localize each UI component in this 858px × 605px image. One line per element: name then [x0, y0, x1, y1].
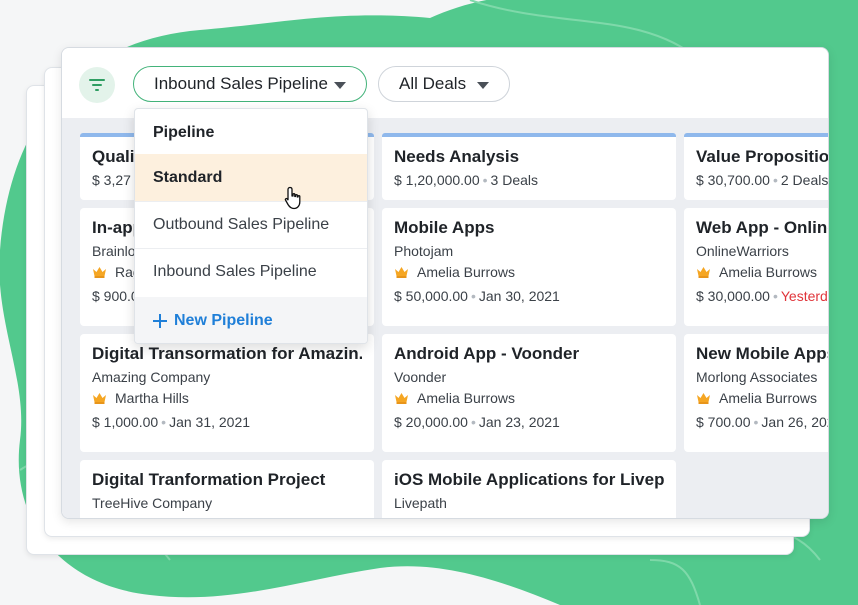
deal-amount: $ 700.00	[696, 414, 751, 430]
crown-icon	[394, 266, 409, 278]
stage-title: Value Proposition	[696, 147, 829, 166]
stage-summary: $ 1,20,000.00 • 3 Deals	[394, 172, 664, 188]
deal-amount: $ 1,000.00	[92, 414, 159, 430]
deal-title: iOS Mobile Applications for Livep...	[394, 470, 664, 489]
separator-dot: •	[772, 288, 778, 304]
pipeline-select[interactable]: Inbound Sales Pipeline	[133, 66, 367, 102]
deal-date: Jan 23, 2021	[478, 414, 560, 430]
dropdown-header: Pipeline	[153, 123, 215, 141]
deal-title: New Mobile Apps	[696, 344, 829, 363]
stage-column: Value Proposition $ 30,700.00 • 2 Deals We…	[684, 133, 829, 518]
deal-card[interactable]: iOS Mobile Applications for Livep... Liv…	[382, 460, 676, 518]
deal-company: Livepath	[394, 495, 447, 511]
crown-icon	[92, 392, 107, 404]
chevron-down-icon	[334, 82, 346, 89]
deal-card[interactable]: Digital Transormation for Amazin... Amaz…	[80, 334, 374, 452]
stage-header[interactable]: Value Proposition $ 30,700.00 • 2 Deals	[684, 137, 829, 200]
deal-owner: Amelia Burrows	[696, 264, 828, 280]
separator-dot: •	[482, 172, 488, 188]
deal-owner-name: Amelia Burrows	[417, 390, 516, 406]
deal-date-overdue: Yesterday	[780, 288, 828, 304]
stage-summary: $ 30,700.00 • 2 Deals	[696, 172, 829, 188]
deal-meta: $ 50,000.00 • Jan 30, 2021	[394, 288, 664, 304]
separator-dot: •	[753, 414, 759, 430]
new-pipeline-label: New Pipeline	[174, 312, 273, 329]
deal-title: Digital Transormation for Amazin...	[92, 344, 362, 363]
deal-meta: $ 1,000.00 • Jan 31, 2021	[92, 414, 362, 430]
deal-owner: Martha Hills	[92, 390, 362, 406]
stage-amount: $ 3,27	[92, 172, 131, 188]
pipeline-option-outbound[interactable]: Outbound Sales Pipeline	[135, 201, 367, 248]
deal-owner: Amelia Burrows	[394, 390, 664, 406]
deal-company: Morlong Associates	[696, 369, 818, 385]
deal-title: Mobile Apps	[394, 218, 495, 237]
filter-icon	[89, 79, 105, 91]
deal-company: Amazing Company	[92, 369, 211, 385]
separator-dot: •	[470, 414, 476, 430]
deal-date: Jan 26, 2021	[761, 414, 828, 430]
deal-amount: $ 30,000.00	[696, 288, 770, 304]
stage-count: 2 Deals	[780, 172, 829, 188]
filter-button[interactable]	[79, 67, 115, 103]
deals-filter-select[interactable]: All Deals	[378, 66, 510, 102]
stage-header[interactable]: Needs Analysis $ 1,20,000.00 • 3 Deals	[382, 137, 676, 200]
pipeline-option-standard[interactable]: Standard	[135, 154, 367, 201]
crown-icon	[696, 392, 711, 404]
deal-card[interactable]: New Mobile Apps Morlong Associates Ameli…	[684, 334, 829, 452]
deal-card[interactable]: Mobile Apps Photojam Amelia Burrows $ 50…	[382, 208, 676, 326]
pipeline-select-value: Inbound Sales Pipeline	[154, 74, 328, 93]
stage-amount: $ 1,20,000.00	[394, 172, 480, 188]
deal-owner: Amelia Burrows	[394, 264, 664, 280]
stage-count: 3 Deals	[490, 172, 539, 188]
deal-date: Jan 30, 2021	[478, 288, 560, 304]
crown-icon	[92, 266, 107, 278]
deal-company: OnlineWarriors	[696, 243, 789, 259]
chevron-down-icon	[477, 82, 489, 89]
deal-company: Photojam	[394, 243, 454, 259]
deal-date: Jan 31, 2021	[169, 414, 251, 430]
deal-amount: $ 900.0	[92, 288, 139, 304]
deal-owner: Amelia Burrows	[696, 390, 828, 406]
deal-title: Digital Tranformation Project	[92, 470, 326, 489]
hand-pointer-icon	[284, 186, 301, 210]
deal-company: TreeHive Company	[92, 495, 213, 511]
stage-amount: $ 30,700.00	[696, 172, 770, 188]
separator-dot: •	[470, 288, 476, 304]
deal-amount: $ 50,000.00	[394, 288, 468, 304]
deal-card[interactable]: Digital Tranformation Project TreeHive C…	[80, 460, 374, 518]
separator-dot: •	[772, 172, 778, 188]
pipeline-dropdown-menu: Pipeline Standard Outbound Sales Pipelin…	[134, 108, 368, 344]
stage-column: Needs Analysis $ 1,20,000.00 • 3 Deals Mob…	[382, 133, 676, 518]
deal-owner-name: Amelia Burrows	[719, 264, 818, 280]
deal-card[interactable]: Web App - OnlineWarriors OnlineWarriors …	[684, 208, 828, 326]
stage-title: Needs Analysis	[394, 147, 520, 166]
deal-company: Voonder	[394, 369, 447, 385]
deal-meta: $ 30,000.00•Yesterday	[696, 288, 828, 304]
deals-select-value: All Deals	[399, 74, 467, 93]
separator-dot: •	[161, 414, 167, 430]
deal-meta: $ 700.00•Jan 26, 2021	[696, 414, 828, 430]
crown-icon	[696, 266, 711, 278]
plus-icon	[153, 314, 167, 328]
crown-icon	[394, 392, 409, 404]
deal-title: Web App - OnlineWarriors	[696, 218, 828, 237]
deal-card[interactable]: Android App - Voonder Voonder Amelia Bur…	[382, 334, 676, 452]
new-pipeline-button[interactable]: New Pipeline	[135, 297, 367, 343]
deal-title: Android App - Voonder	[394, 344, 580, 363]
deal-owner-name: Amelia Burrows	[719, 390, 818, 406]
deal-amount: $ 20,000.00	[394, 414, 468, 430]
deal-meta: $ 20,000.00 • Jan 23, 2021	[394, 414, 664, 430]
deals-window: Inbound Sales Pipeline All Deals Qualifi…	[61, 47, 829, 519]
deal-owner-name: Amelia Burrows	[417, 264, 516, 280]
pipeline-option-inbound[interactable]: Inbound Sales Pipeline	[135, 248, 367, 295]
deal-owner-name: Martha Hills	[115, 390, 189, 406]
